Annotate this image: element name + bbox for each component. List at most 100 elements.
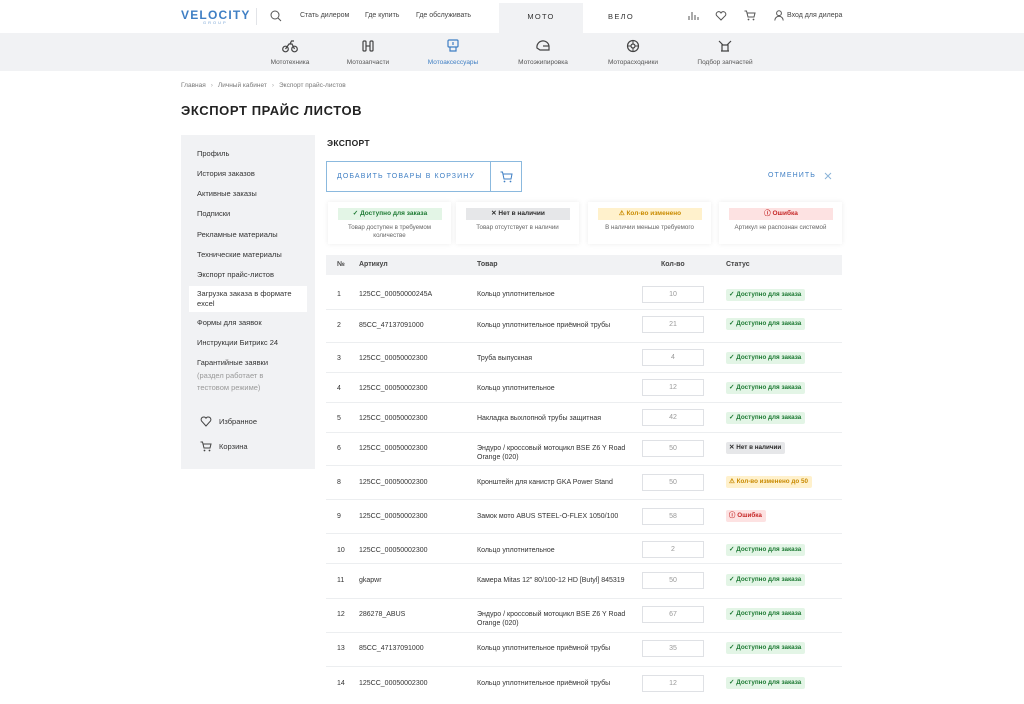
status-badge: ✓ Доступно для заказа bbox=[726, 544, 806, 556]
sidebar-item-price-export[interactable]: Экспорт прайс-листов bbox=[197, 270, 274, 280]
column-status: Статус bbox=[726, 261, 750, 268]
tab-moto[interactable]: МОТО bbox=[499, 3, 583, 33]
add-to-cart-button[interactable]: ДОБАВИТЬ ТОВАРЫ В КОРЗИНУ bbox=[326, 161, 522, 192]
table-row: 5 125CC_00050002300 Накладка выхлопной т… bbox=[326, 403, 842, 433]
heart-icon bbox=[200, 416, 212, 427]
row-product[interactable]: Кронштейн для канистр GKA Power Stand bbox=[477, 478, 627, 487]
legend-description: В наличии меньше требуемого bbox=[605, 224, 694, 231]
qty-input[interactable]: 12 bbox=[642, 675, 704, 692]
sidebar-item-tech-materials[interactable]: Технические материалы bbox=[197, 250, 282, 260]
category-podbor-zapchastey[interactable]: Подбор запчастей bbox=[685, 33, 765, 71]
warranty-note: (раздел работает в тестовом режиме) bbox=[197, 371, 264, 392]
breadcrumb-home[interactable]: Главная bbox=[181, 82, 206, 89]
motorcycle-icon bbox=[282, 40, 298, 53]
qty-input[interactable]: 2 bbox=[642, 541, 704, 558]
parts-selection-icon bbox=[718, 40, 732, 52]
sidebar-item-warranty[interactable]: Гарантийные заявки bbox=[197, 358, 268, 368]
sidebar-cart[interactable]: Корзина bbox=[219, 442, 248, 452]
tab-velo[interactable]: ВЕЛО bbox=[579, 3, 663, 33]
qty-input[interactable]: 50 bbox=[642, 474, 704, 491]
row-product[interactable]: Накладка выхлопной трубы защитная bbox=[477, 414, 627, 423]
row-number: 1 bbox=[337, 291, 341, 298]
row-product[interactable]: Труба выпускная bbox=[477, 354, 627, 363]
qty-input[interactable]: 50 bbox=[642, 572, 704, 589]
breadcrumb-account[interactable]: Личный кабинет bbox=[218, 82, 267, 89]
error-icon: ⓘ bbox=[729, 512, 736, 519]
check-icon: ✓ bbox=[729, 576, 735, 583]
category-motoekipirovka[interactable]: Мотоэкипировка bbox=[503, 33, 583, 71]
qty-input[interactable]: 10 bbox=[642, 286, 704, 303]
qty-input[interactable]: 58 bbox=[642, 508, 704, 525]
cart-icon bbox=[200, 441, 212, 452]
breadcrumb-separator: › bbox=[271, 82, 274, 89]
category-motozapchasti[interactable]: Мотозапчасти bbox=[328, 33, 408, 71]
row-product[interactable]: Кольцо уплотнительное bbox=[477, 290, 627, 299]
row-product[interactable]: Кольцо уплотнительное bbox=[477, 384, 627, 393]
sidebar-item-ad-materials[interactable]: Рекламные материалы bbox=[197, 230, 278, 240]
row-sku: 125CC_00050002300 bbox=[359, 385, 428, 392]
cancel-button[interactable]: ОТМЕНИТЬ bbox=[768, 172, 816, 179]
row-product[interactable]: Эндуро / кроссовый мотоцикл BSE Z6 Y Roa… bbox=[477, 444, 627, 462]
category-motorashodniki[interactable]: Моторасходники bbox=[593, 33, 673, 71]
sidebar-item-order-history[interactable]: История заказов bbox=[197, 169, 255, 179]
qty-input[interactable]: 21 bbox=[642, 316, 704, 333]
qty-input[interactable]: 4 bbox=[642, 349, 704, 366]
close-icon[interactable] bbox=[824, 172, 832, 180]
check-icon: ✓ bbox=[352, 210, 361, 217]
table-row: 9 125CC_00050002300 Замок мото ABUS STEE… bbox=[326, 500, 842, 534]
qty-input[interactable]: 12 bbox=[642, 379, 704, 396]
legend-badge: ⓘ Ошибка bbox=[729, 208, 833, 220]
sidebar-item-request-forms[interactable]: Формы для заявок bbox=[197, 318, 262, 328]
status-badge: ✓ Доступно для заказа bbox=[726, 677, 806, 689]
sidebar-favorites[interactable]: Избранное bbox=[219, 417, 257, 427]
sidebar-item-active-orders[interactable]: Активные заказы bbox=[197, 189, 257, 199]
row-product[interactable]: Эндуро / кроссовый мотоцикл BSE Z6 Y Roa… bbox=[477, 610, 627, 628]
qty-input[interactable]: 50 bbox=[642, 440, 704, 457]
dealer-login-link[interactable]: Вход для дилера bbox=[787, 12, 842, 19]
row-product[interactable]: Кольцо уплотнительное приёмной трубы bbox=[477, 644, 627, 653]
compare-icon[interactable] bbox=[688, 11, 699, 21]
status-badge: ✓ Доступно для заказа bbox=[726, 608, 806, 620]
qty-input[interactable]: 35 bbox=[642, 640, 704, 657]
sidebar-item-bitrix-instructions[interactable]: Инструкции Битрикс 24 bbox=[197, 338, 278, 348]
legend-description: Товар отсутствует в наличии bbox=[476, 224, 559, 231]
check-icon: ✓ bbox=[729, 291, 735, 298]
where-to-service-link[interactable]: Где обслуживать bbox=[416, 12, 471, 19]
row-number: 4 bbox=[337, 385, 341, 392]
sidebar-item-excel-upload[interactable]: Загрузка заказа в формате excel bbox=[189, 286, 307, 312]
row-number: 6 bbox=[337, 445, 341, 452]
row-number: 3 bbox=[337, 355, 341, 362]
where-to-buy-link[interactable]: Где купить bbox=[365, 12, 399, 19]
become-dealer-link[interactable]: Стать дилером bbox=[300, 12, 349, 19]
page-title: ЭКСПОРТ ПРАЙС ЛИСТОВ bbox=[181, 103, 363, 118]
breadcrumb-separator: › bbox=[210, 82, 213, 89]
heart-icon[interactable] bbox=[715, 11, 727, 21]
velocity-logo[interactable]: VELOCITY GROUP bbox=[181, 8, 251, 25]
status-badge: ✓ Доступно для заказа bbox=[726, 642, 806, 654]
row-product[interactable]: Замок мото ABUS STEEL-O-FLEX 1050/100 bbox=[477, 512, 627, 521]
sidebar-item-subscriptions[interactable]: Подписки bbox=[197, 209, 230, 219]
legend-error: ⓘ Ошибка Артикул не распознан системой bbox=[719, 202, 842, 244]
row-product[interactable]: Кольцо уплотнительное приёмной трубы bbox=[477, 321, 627, 330]
row-sku: 85CC_47137091000 bbox=[359, 322, 424, 329]
top-header: VELOCITY GROUP Стать дилером Где купить Г… bbox=[0, 0, 1024, 33]
sidebar-item-profile[interactable]: Профиль bbox=[197, 149, 229, 159]
cart-icon[interactable] bbox=[744, 10, 756, 21]
section-title: ЭКСПОРТ bbox=[327, 138, 370, 148]
table-row: 14 125CC_00050002300 Кольцо уплотнительн… bbox=[326, 667, 842, 702]
category-motoaksessuary[interactable]: Мотоаксессуары bbox=[413, 33, 493, 71]
row-number: 13 bbox=[337, 645, 345, 652]
legend-qty-changed: ⚠ Кол-во изменено В наличии меньше требу… bbox=[588, 202, 711, 244]
row-sku: gkapwr bbox=[359, 577, 382, 584]
row-product[interactable]: Камера Mitas 12" 80/100-12 HD [Butyl] 84… bbox=[477, 576, 627, 585]
qty-input[interactable]: 67 bbox=[642, 606, 704, 623]
divider bbox=[256, 8, 257, 25]
row-product[interactable]: Кольцо уплотнительное bbox=[477, 546, 627, 555]
search-icon[interactable] bbox=[270, 10, 282, 22]
user-icon[interactable] bbox=[774, 10, 784, 21]
qty-input[interactable]: 42 bbox=[642, 409, 704, 426]
row-product[interactable]: Кольцо уплотнительное приёмной трубы bbox=[477, 679, 627, 688]
row-sku: 125CC_00050002300 bbox=[359, 479, 428, 486]
table-row: 1 125CC_00050000245A Кольцо уплотнительн… bbox=[326, 280, 842, 310]
table-row: 6 125CC_00050002300 Эндуро / кроссовый м… bbox=[326, 433, 842, 466]
